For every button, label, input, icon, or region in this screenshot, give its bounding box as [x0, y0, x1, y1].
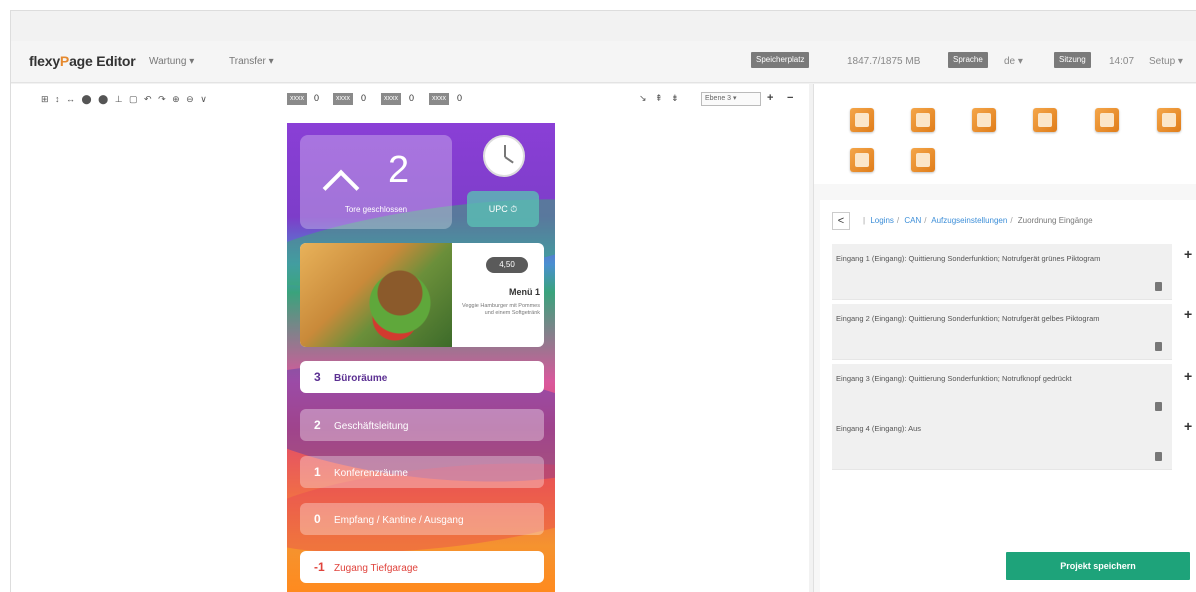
- settings-section: < | Logins / CAN / Aufzugseinstellungen / Z…: [820, 200, 1196, 592]
- widget-icon[interactable]: [1095, 108, 1119, 132]
- clock-icon[interactable]: [483, 135, 525, 177]
- floor-row-number: -1: [314, 560, 325, 574]
- menu-title: Menü 1: [508, 287, 540, 297]
- toolbar-value-4: 0: [457, 93, 463, 103]
- add-button[interactable]: +: [1184, 246, 1192, 262]
- input-mapping-row[interactable]: Eingang 2 (Eingang): Quittierung Sonderf…: [832, 304, 1172, 360]
- floor-row-label: Konferenzräume: [334, 468, 408, 479]
- widget-icon[interactable]: [911, 148, 935, 172]
- toolbar-value-3: 0: [409, 93, 415, 103]
- floor-row-number: 2: [314, 418, 321, 432]
- floor-row-3[interactable]: 3 Büroräume: [300, 361, 544, 393]
- toolbar-value-1: 0: [314, 93, 320, 103]
- breadcrumb-current: Zuordnung Eingänge: [1017, 216, 1093, 225]
- widget-icon-palette: [814, 84, 1196, 184]
- floor-row-2[interactable]: 2 Geschäftsleitung: [300, 409, 544, 441]
- editor-toolbar-icons[interactable]: ⊞ ↕ ↔ ⬤ ⬤ ⊥ ▢ ↶ ↷ ⊕ ⊖ ∨: [41, 94, 209, 105]
- floor-row-number: 1: [314, 465, 321, 479]
- widget-icon[interactable]: [911, 108, 935, 132]
- trash-icon[interactable]: [1155, 402, 1162, 411]
- breadcrumb-item[interactable]: Aufzugseinstellungen: [931, 216, 1007, 225]
- breadcrumb-item[interactable]: CAN: [904, 216, 921, 225]
- add-button[interactable]: +: [1184, 368, 1192, 384]
- remove-layer-button[interactable]: −: [787, 92, 793, 104]
- widget-icon[interactable]: [972, 108, 996, 132]
- session-badge: Sitzung: [1054, 52, 1091, 68]
- layer-select[interactable]: Ebene 3 ▾: [701, 92, 761, 106]
- storage-badge: Speicherplatz: [751, 52, 810, 68]
- toolbar-field-2[interactable]: xxxx: [333, 93, 353, 105]
- chevron-up-icon: [322, 169, 360, 207]
- trash-icon[interactable]: [1155, 282, 1162, 291]
- floor-row-label: Büroräume: [334, 373, 388, 384]
- toolbar-value-2: 0: [361, 93, 367, 103]
- toolbar-field-1[interactable]: xxxx: [287, 93, 307, 105]
- session-time: 14:07: [1109, 56, 1135, 67]
- setup-menu[interactable]: Setup ▾: [1149, 56, 1183, 67]
- input-mapping-text: Eingang 2 (Eingang): Quittierung Sonderf…: [836, 314, 1100, 323]
- save-project-button[interactable]: Projekt speichern: [1006, 552, 1190, 580]
- menu-wartung[interactable]: Wartung ▾: [149, 56, 194, 67]
- food-image: [300, 243, 452, 347]
- floor-row-number: 0: [314, 512, 321, 526]
- layer-order-icons[interactable]: ↘ ⇞ ⇟: [639, 93, 682, 104]
- breadcrumb-item[interactable]: Logins: [870, 216, 894, 225]
- input-mapping-text: Eingang 3 (Eingang): Quittierung Sonderf…: [836, 374, 1072, 383]
- breadcrumb: | Logins / CAN / Aufzugseinstellungen / Zuo…: [863, 216, 1093, 225]
- widget-icon[interactable]: [1033, 108, 1057, 132]
- input-mapping-row[interactable]: Eingang 4 (Eingang): Aus: [832, 414, 1172, 470]
- upc-button[interactable]: UPC ⏱: [467, 191, 539, 227]
- add-button[interactable]: +: [1184, 418, 1192, 434]
- floor-row-label: Empfang / Kantine / Ausgang: [334, 515, 464, 526]
- widget-icon[interactable]: [850, 108, 874, 132]
- input-mapping-text: Eingang 4 (Eingang): Aus: [836, 424, 922, 433]
- floor-tile[interactable]: 2 Tore geschlossen: [300, 135, 452, 229]
- widget-icon[interactable]: [1157, 108, 1181, 132]
- language-badge: Sprache: [948, 52, 988, 68]
- floor-row-number: 3: [314, 370, 321, 384]
- floor-row-label: Zugang Tiefgarage: [334, 563, 418, 574]
- storage-value: 1847.7/1875 MB: [847, 56, 921, 67]
- floor-number: 2: [388, 149, 410, 191]
- floor-status-label: Tore geschlossen: [344, 205, 408, 214]
- price-badge: 4,50: [486, 257, 528, 273]
- widget-icon[interactable]: [850, 148, 874, 172]
- toolbar-field-3[interactable]: xxxx: [381, 93, 401, 105]
- menu-transfer[interactable]: Transfer ▾: [229, 56, 274, 67]
- app-logo: flexyPage Editor: [29, 53, 136, 69]
- trash-icon[interactable]: [1155, 452, 1162, 461]
- floor-row-0[interactable]: 0 Empfang / Kantine / Ausgang: [300, 503, 544, 535]
- phone-preview: 2 Tore geschlossen UPC ⏱ 4,50 Menü 1 Veg…: [287, 123, 555, 592]
- toolbar-field-4[interactable]: xxxx: [429, 93, 449, 105]
- menu-description: Veggie Hamburger mit Pommes und einem So…: [462, 303, 540, 316]
- language-select[interactable]: de ▾: [1004, 56, 1023, 67]
- trash-icon[interactable]: [1155, 342, 1162, 351]
- add-button[interactable]: +: [1184, 306, 1192, 322]
- back-button[interactable]: <: [832, 212, 850, 230]
- floor-row-1[interactable]: 1 Konferenzräume: [300, 456, 544, 488]
- input-mapping-row[interactable]: Eingang 1 (Eingang): Quittierung Sonderf…: [832, 244, 1172, 300]
- add-layer-button[interactable]: +: [767, 92, 773, 104]
- app-window: flexyPage Editor Wartung ▾ Transfer ▾ Sp…: [10, 10, 1196, 592]
- floor-row-minus-1[interactable]: -1 Zugang Tiefgarage: [300, 551, 544, 583]
- floor-row-label: Geschäftsleitung: [334, 421, 409, 432]
- input-mapping-row[interactable]: Eingang 3 (Eingang): Quittierung Sonderf…: [832, 364, 1172, 420]
- menu-card[interactable]: 4,50 Menü 1 Veggie Hamburger mit Pommes …: [300, 243, 544, 347]
- input-mapping-text: Eingang 1 (Eingang): Quittierung Sonderf…: [836, 254, 1101, 263]
- properties-panel: < | Logins / CAN / Aufzugseinstellungen / Z…: [813, 84, 1196, 592]
- editor-canvas: ⊞ ↕ ↔ ⬤ ⬤ ⊥ ▢ ↶ ↷ ⊕ ⊖ ∨ xxxx 0 xxxx 0 xx…: [11, 84, 809, 592]
- top-bar: flexyPage Editor Wartung ▾ Transfer ▾ Sp…: [11, 41, 1196, 83]
